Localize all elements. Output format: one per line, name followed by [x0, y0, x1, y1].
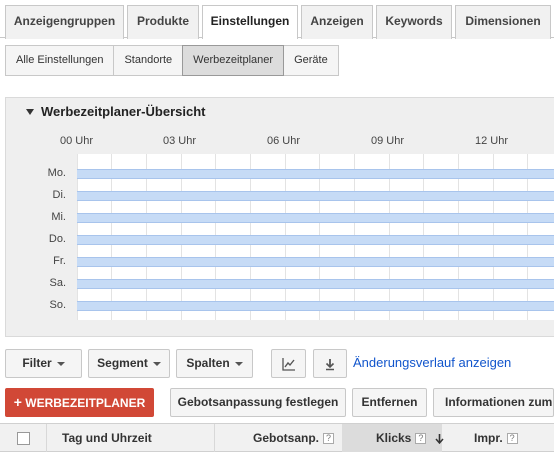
day-label-so: So.	[49, 299, 66, 311]
remove-button[interactable]: Entfernen	[352, 388, 427, 417]
schedule-bar-sa[interactable]	[77, 279, 554, 289]
day-label-fr: Fr.	[53, 255, 66, 267]
remove-label: Entfernen	[361, 395, 418, 409]
column-header-impressions[interactable]: Impr.?	[474, 424, 518, 452]
clicks-label: Klicks	[376, 431, 412, 445]
help-icon[interactable]: ?	[323, 433, 335, 445]
tab-dimensionen[interactable]: Dimensionen	[455, 5, 551, 39]
hour-label: 06 Uhr	[267, 135, 301, 147]
add-ad-schedule-label: WERBEZEITPLANER	[25, 396, 146, 410]
chevron-down-icon	[56, 361, 65, 366]
download-button[interactable]	[313, 349, 347, 378]
columns-label: Spalten	[186, 356, 230, 370]
day-label-mi: Mi.	[51, 211, 66, 223]
chevron-down-icon	[234, 361, 243, 366]
hour-label: 12 Uhr	[475, 135, 509, 147]
hour-label: 00 Uhr	[60, 135, 94, 147]
select-all-checkbox[interactable]	[17, 432, 30, 445]
subtab-werbezeitplaner[interactable]: Werbezeitplaner	[182, 45, 285, 76]
subtab-alle-einstellungen[interactable]: Alle Einstellungen	[5, 45, 115, 76]
set-bid-adjustment-label: Gebotsanpassung festlegen	[177, 395, 339, 409]
set-bid-adjustment-button[interactable]: Gebotsanpassung festlegen	[170, 388, 346, 417]
change-history-link[interactable]: Änderungsverlauf anzeigen	[353, 355, 511, 370]
tab-produkte[interactable]: Produkte	[127, 5, 199, 39]
collapse-triangle-icon[interactable]	[26, 108, 34, 115]
chart-button[interactable]	[271, 349, 306, 378]
schedule-bar-mi[interactable]	[77, 213, 554, 223]
main-tabs: Anzeigengruppen Produkte Einstellungen A…	[0, 0, 554, 39]
info-label: Informationen zum Z	[445, 395, 554, 409]
column-header-clicks[interactable]: Klicks?	[376, 424, 444, 452]
filter-label: Filter	[22, 356, 52, 370]
sort-descending-icon	[435, 433, 444, 444]
tab-anzeigengruppen[interactable]: Anzeigengruppen	[5, 5, 124, 39]
segment-label: Segment	[97, 356, 148, 370]
hour-label: 03 Uhr	[163, 135, 197, 147]
day-label-sa: Sa.	[49, 277, 66, 289]
subtab-geraete[interactable]: Geräte	[283, 45, 339, 76]
impressions-label: Impr.	[474, 431, 503, 445]
download-icon	[325, 359, 335, 371]
bid-adjustment-label: Gebotsanp.	[253, 431, 320, 445]
schedule-bar-mo[interactable]	[77, 169, 554, 179]
schedule-bar-di[interactable]	[77, 191, 554, 201]
subtab-standorte[interactable]: Standorte	[113, 45, 184, 76]
info-button[interactable]: Informationen zum Z	[433, 388, 554, 417]
table-header: Tag und Uhrzeit Gebotsanp.? Klicks? Impr…	[0, 423, 554, 452]
tab-anzeigen[interactable]: Anzeigen	[301, 5, 373, 39]
tab-keywords[interactable]: Keywords	[376, 5, 452, 39]
schedule-bar-so[interactable]	[77, 301, 554, 311]
help-icon[interactable]: ?	[415, 433, 427, 445]
day-label-di: Di.	[52, 189, 66, 201]
day-label-mo: Mo.	[47, 167, 66, 179]
schedule-bar-do[interactable]	[77, 235, 554, 245]
line-chart-icon	[281, 358, 295, 371]
hour-label: 09 Uhr	[371, 135, 405, 147]
schedule-bar-fr[interactable]	[77, 257, 554, 267]
filter-button[interactable]: Filter	[5, 349, 82, 378]
add-ad-schedule-button[interactable]: + WERBEZEITPLANER	[5, 388, 154, 417]
tab-einstellungen[interactable]: Einstellungen	[202, 5, 298, 39]
segment-button[interactable]: Segment	[88, 349, 170, 378]
overview-header[interactable]: Werbezeitplaner-Übersicht	[26, 104, 205, 119]
help-icon[interactable]: ?	[506, 433, 518, 445]
day-label-do: Do.	[48, 233, 66, 245]
column-header-day-time[interactable]: Tag und Uhrzeit	[62, 424, 152, 452]
chevron-down-icon	[152, 361, 161, 366]
plus-icon: +	[13, 394, 22, 410]
column-header-bid-adjustment[interactable]: Gebotsanp.?	[253, 424, 335, 452]
settings-subtabs: Alle Einstellungen Standorte Werbezeitpl…	[5, 45, 339, 76]
schedule-overview-panel: Werbezeitplaner-Übersicht 00 Uhr 03 Uhr …	[5, 97, 554, 337]
columns-button[interactable]: Spalten	[176, 349, 253, 378]
overview-title: Werbezeitplaner-Übersicht	[41, 104, 206, 119]
